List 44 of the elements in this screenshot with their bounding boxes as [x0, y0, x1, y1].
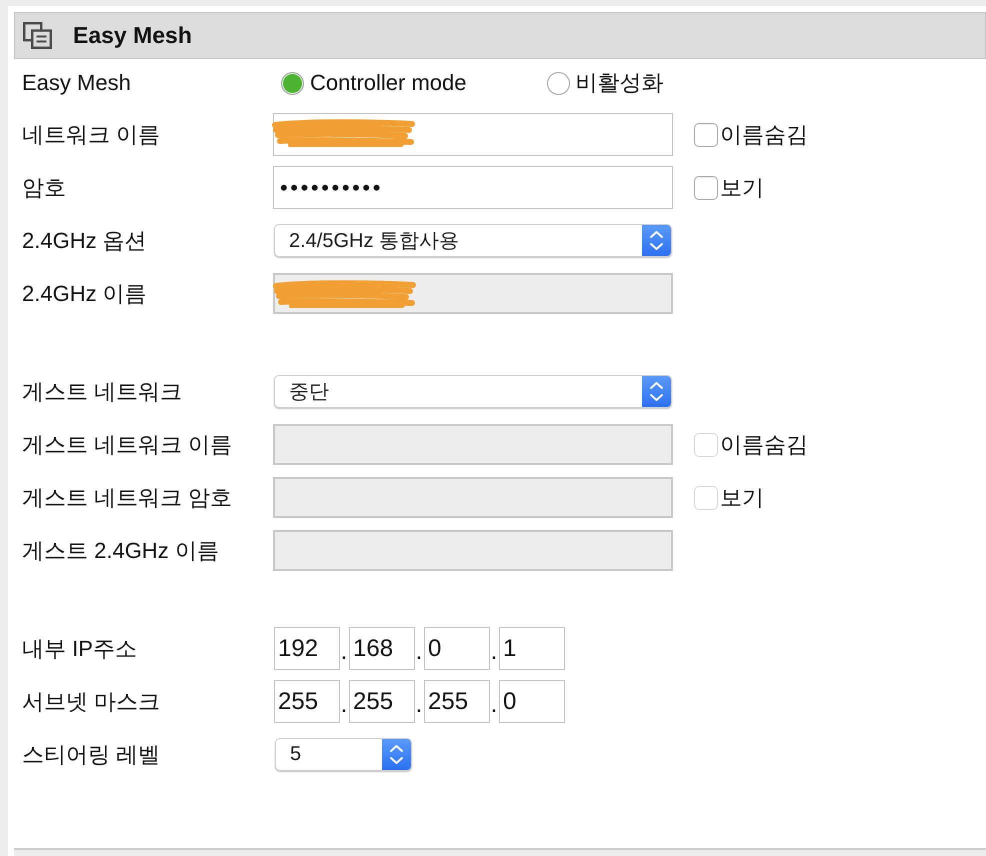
radio-button[interactable]	[546, 72, 570, 94]
field-label: 게스트 2.4GHz 이름	[22, 536, 220, 564]
ip-separator: .	[490, 637, 498, 667]
ip-octet-field[interactable]: 0	[499, 680, 565, 723]
ip-octet-field[interactable]: 0	[424, 627, 490, 670]
dropdown[interactable]: 5	[275, 738, 412, 771]
field-label: Easy Mesh	[22, 70, 132, 96]
ip-separator: .	[415, 637, 423, 667]
radio-button[interactable]	[281, 72, 304, 94]
field-label: 내부 IP주소	[22, 634, 138, 662]
ip-octet-field[interactable]: 255	[349, 680, 415, 723]
password-field[interactable]: ••••••••••	[273, 166, 673, 209]
windows-icon	[23, 22, 52, 49]
checkbox[interactable]	[694, 122, 718, 146]
field-label: 2.4GHz 옵션	[22, 226, 148, 254]
checkbox[interactable]	[694, 176, 718, 200]
dropdown[interactable]: 중단	[274, 375, 672, 408]
field-label: 게스트 네트워크 암호	[22, 484, 234, 512]
text-field[interactable]	[273, 113, 673, 156]
radio-label[interactable]: Controller mode	[310, 70, 467, 96]
field-label: 게스트 네트워크	[22, 378, 184, 406]
updown-chevron-icon	[642, 376, 671, 407]
ip-separator: .	[340, 690, 348, 720]
dropdown[interactable]: 2.4/5GHz 통합사용	[274, 224, 672, 257]
field-label: 게스트 네트워크 이름	[22, 430, 234, 458]
ip-octet-field[interactable]: 1	[499, 627, 565, 670]
radio-label[interactable]: 비활성화	[576, 68, 664, 98]
ip-octet-field[interactable]: 255	[424, 680, 490, 723]
field-label: 암호	[22, 174, 67, 202]
field-label: 네트워크 이름	[22, 120, 162, 148]
ip-octet-field[interactable]: 168	[349, 627, 415, 670]
ip-separator: .	[340, 637, 348, 667]
field-label: 서브넷 마스크	[22, 688, 162, 716]
field-label: 스티어링 레벨	[22, 740, 162, 768]
checkbox-label[interactable]: 이름숨김	[720, 120, 808, 150]
ip-octet-field[interactable]: 255	[274, 680, 340, 723]
panel-title: Easy Mesh	[73, 22, 192, 49]
checkbox-label[interactable]: 보기	[720, 172, 764, 202]
field-label: 2.4GHz 이름	[22, 280, 148, 308]
ip-octet-field[interactable]: 192	[274, 627, 340, 670]
updown-chevron-icon	[382, 739, 411, 770]
updown-chevron-icon	[642, 225, 671, 256]
ip-separator: .	[415, 690, 423, 720]
ip-separator: .	[490, 690, 498, 720]
